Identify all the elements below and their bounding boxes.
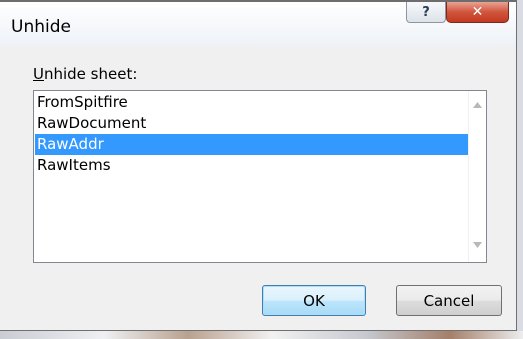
help-button[interactable]: ? bbox=[406, 2, 446, 23]
dialog-title: Unhide bbox=[11, 17, 71, 37]
list-item[interactable]: FromSpitfire bbox=[35, 92, 468, 113]
cancel-button[interactable]: Cancel bbox=[396, 285, 502, 316]
ok-button[interactable]: OK bbox=[262, 285, 366, 316]
vertical-scrollbar[interactable] bbox=[468, 91, 486, 262]
close-button[interactable]: ✕ bbox=[446, 2, 509, 23]
cancel-button-label: Cancel bbox=[423, 291, 475, 310]
label-text: nhide sheet: bbox=[43, 65, 138, 83]
list-item[interactable]: RawItems bbox=[35, 155, 468, 176]
help-icon: ? bbox=[422, 4, 430, 20]
sheet-list-items: FromSpitfire RawDocument RawAddr RawItem… bbox=[35, 92, 468, 261]
background-window-edge-right bbox=[517, 0, 523, 339]
scroll-down-icon[interactable] bbox=[473, 242, 482, 248]
title-bar[interactable]: Unhide ? ✕ bbox=[0, 2, 516, 46]
scroll-up-icon[interactable] bbox=[473, 102, 482, 108]
unhide-dialog: Unhide ? ✕ Unhide sheet: FromSpitfire Ra… bbox=[0, 2, 517, 331]
unhide-sheet-label: Unhide sheet: bbox=[33, 65, 137, 83]
list-item[interactable]: RawDocument bbox=[35, 113, 468, 134]
ok-button-label: OK bbox=[303, 291, 325, 310]
close-icon: ✕ bbox=[471, 4, 484, 20]
list-item[interactable]: RawAddr bbox=[35, 134, 468, 155]
background-window-edge-bottom bbox=[0, 331, 523, 339]
sheet-list[interactable]: FromSpitfire RawDocument RawAddr RawItem… bbox=[33, 90, 487, 263]
access-key: U bbox=[33, 65, 44, 83]
